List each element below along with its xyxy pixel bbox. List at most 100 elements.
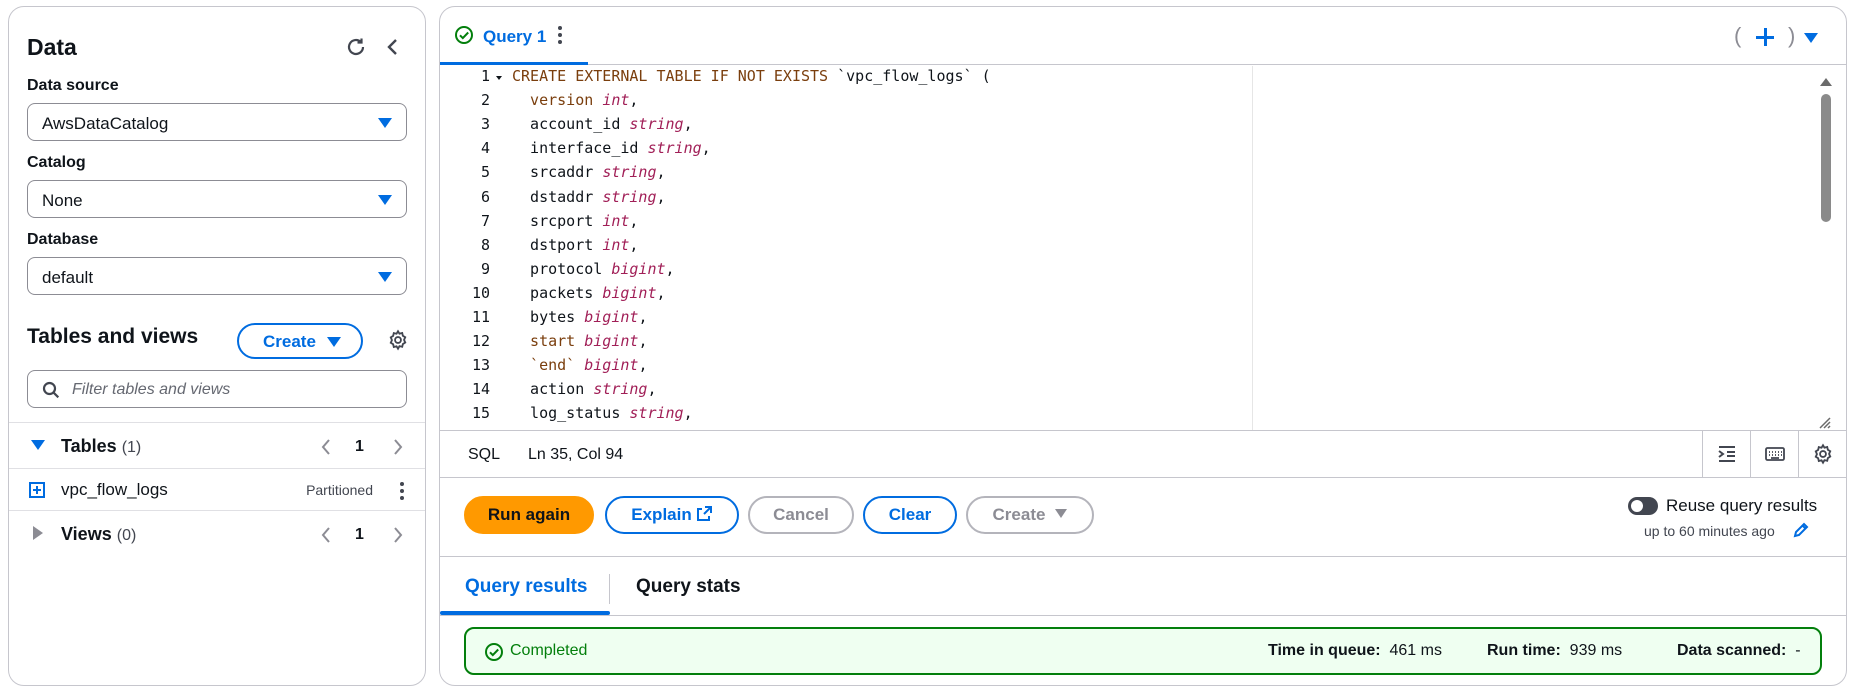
scroll-thumb[interactable] bbox=[1821, 94, 1831, 222]
caret-down-icon bbox=[327, 337, 341, 347]
filter-tables-input[interactable]: Filter tables and views bbox=[27, 370, 407, 408]
settings-gear-icon[interactable] bbox=[387, 329, 409, 351]
code-line[interactable]: `end` bigint, bbox=[512, 353, 647, 377]
code-type-token: string bbox=[647, 139, 702, 158]
code-line[interactable]: log_status string, bbox=[512, 401, 693, 425]
create-button[interactable]: Create bbox=[966, 496, 1094, 534]
code-line[interactable]: srcaddr string, bbox=[512, 160, 666, 184]
code-line[interactable]: srcport int, bbox=[512, 209, 638, 233]
editor-status-bar: SQL Ln 35, Col 94 bbox=[440, 430, 1846, 478]
code-keyword-token: `end` bbox=[512, 356, 585, 375]
code-line[interactable]: dstaddr string, bbox=[512, 185, 666, 209]
keyboard-icon[interactable] bbox=[1750, 431, 1798, 477]
expand-plus-icon[interactable] bbox=[29, 482, 45, 498]
code-type-token: bigint bbox=[611, 259, 666, 278]
database-value: default bbox=[42, 268, 94, 287]
next-page-icon[interactable] bbox=[389, 437, 407, 457]
code-token: , bbox=[683, 115, 693, 134]
code-token: , bbox=[656, 187, 666, 206]
catalog-select[interactable]: None bbox=[27, 180, 407, 218]
code-line[interactable]: account_id string, bbox=[512, 112, 693, 136]
data-source-value: AwsDataCatalog bbox=[42, 114, 169, 133]
line-number: 3 bbox=[480, 115, 490, 134]
filter-placeholder: Filter tables and views bbox=[72, 381, 231, 398]
code-token: interface_id bbox=[512, 139, 648, 158]
collapse-panel-icon[interactable] bbox=[381, 35, 405, 59]
code-line[interactable]: version int, bbox=[512, 88, 638, 112]
page-number[interactable]: 1 bbox=[355, 438, 364, 456]
data-scanned: Data scanned: - bbox=[1677, 642, 1801, 660]
close-paren: ) bbox=[1788, 23, 1796, 48]
code-token: bytes bbox=[512, 308, 585, 326]
next-page-icon[interactable] bbox=[389, 525, 407, 545]
code-token: , bbox=[638, 332, 648, 351]
database-select[interactable]: default bbox=[27, 257, 407, 295]
tab-query-results[interactable]: Query results bbox=[465, 576, 588, 598]
tab-query-stats[interactable]: Query stats bbox=[636, 576, 741, 598]
tabs-dropdown-icon[interactable] bbox=[1804, 33, 1818, 43]
create-table-button[interactable]: Create bbox=[237, 323, 363, 359]
code-type-token: string bbox=[629, 404, 684, 423]
code-token: log_status bbox=[512, 404, 630, 423]
views-pagination: 1 bbox=[317, 525, 407, 545]
caret-down-icon bbox=[378, 272, 392, 282]
code-token: ( bbox=[972, 67, 991, 85]
code-token: protocol bbox=[512, 259, 612, 278]
clear-button[interactable]: Clear bbox=[863, 496, 957, 534]
sql-editor[interactable]: 1 2 3 4 5 6 7 8 9 10 11 12 13 14 15 CREATE EXTERNAL TA… bbox=[440, 66, 1846, 430]
page-number[interactable]: 1 bbox=[355, 526, 364, 544]
table-row[interactable]: vpc_flow_logs Partitioned bbox=[9, 468, 425, 510]
tab-options-icon[interactable] bbox=[557, 24, 563, 46]
scroll-up-arrow-icon[interactable] bbox=[1820, 78, 1832, 86]
collapse-caret-icon[interactable] bbox=[33, 526, 43, 540]
tables-count: (1) bbox=[121, 439, 142, 456]
code-type-token: string bbox=[602, 163, 657, 182]
code-line[interactable]: CREATE EXTERNAL TABLE IF NOT EXISTS `vpc… bbox=[512, 64, 991, 88]
add-query-icon[interactable] bbox=[1756, 28, 1774, 46]
catalog-value: None bbox=[42, 191, 83, 210]
expand-caret-icon[interactable] bbox=[31, 440, 45, 450]
refresh-icon[interactable] bbox=[344, 35, 368, 59]
code-token: , bbox=[656, 163, 666, 182]
reuse-results-toggle[interactable] bbox=[1628, 497, 1658, 515]
run-time-value: 939 ms bbox=[1569, 642, 1623, 659]
code-line[interactable]: start bigint, bbox=[512, 329, 647, 353]
code-line[interactable]: interface_id string, bbox=[512, 136, 711, 160]
code-line[interactable]: bytes bigint, bbox=[512, 305, 647, 329]
editor-scrollbar[interactable] bbox=[1818, 66, 1834, 430]
code-type-token: bigint bbox=[584, 308, 639, 326]
external-link-icon bbox=[696, 506, 712, 521]
format-indent-icon[interactable] bbox=[1702, 431, 1750, 477]
code-token: , bbox=[683, 404, 693, 423]
tab-bar-actions: ( ) bbox=[1718, 23, 1828, 49]
time-in-queue: Time in queue: 461 ms bbox=[1268, 642, 1442, 660]
code-line[interactable]: action string, bbox=[512, 377, 656, 401]
tab-query-1[interactable]: Query 1 bbox=[440, 7, 588, 65]
resize-grip-icon[interactable] bbox=[1818, 416, 1832, 430]
prev-page-icon[interactable] bbox=[317, 437, 335, 457]
code-line[interactable]: packets bigint, bbox=[512, 281, 665, 305]
explain-button[interactable]: Explain bbox=[605, 496, 739, 534]
tables-section: Tables (1) 1 bbox=[9, 422, 425, 468]
line-number: 4 bbox=[480, 139, 490, 158]
code-line[interactable]: dstport int, bbox=[512, 233, 638, 257]
table-name: vpc_flow_logs bbox=[61, 480, 168, 499]
more-actions-icon[interactable] bbox=[399, 480, 405, 502]
reuse-results-window: up to 60 minutes ago bbox=[1644, 523, 1775, 539]
code-token: account_id bbox=[512, 115, 630, 134]
print-margin bbox=[1252, 66, 1253, 430]
edit-pencil-icon[interactable] bbox=[1792, 521, 1810, 539]
active-tab-indicator bbox=[440, 611, 610, 615]
line-number: 12 bbox=[471, 332, 490, 351]
fold-arrow-icon[interactable] bbox=[496, 76, 502, 80]
query-tab-bar: Query 1 ( ) bbox=[440, 7, 1846, 65]
run-again-button[interactable]: Run again bbox=[464, 496, 594, 534]
code-line[interactable]: protocol bigint, bbox=[512, 257, 675, 281]
line-number: 6 bbox=[480, 187, 490, 206]
prev-page-icon[interactable] bbox=[317, 525, 335, 545]
views-count: (0) bbox=[116, 527, 137, 544]
code-token: , bbox=[629, 91, 639, 110]
cancel-button[interactable]: Cancel bbox=[748, 496, 854, 534]
editor-settings-icon[interactable] bbox=[1798, 431, 1846, 477]
data-source-select[interactable]: AwsDataCatalog bbox=[27, 103, 407, 141]
